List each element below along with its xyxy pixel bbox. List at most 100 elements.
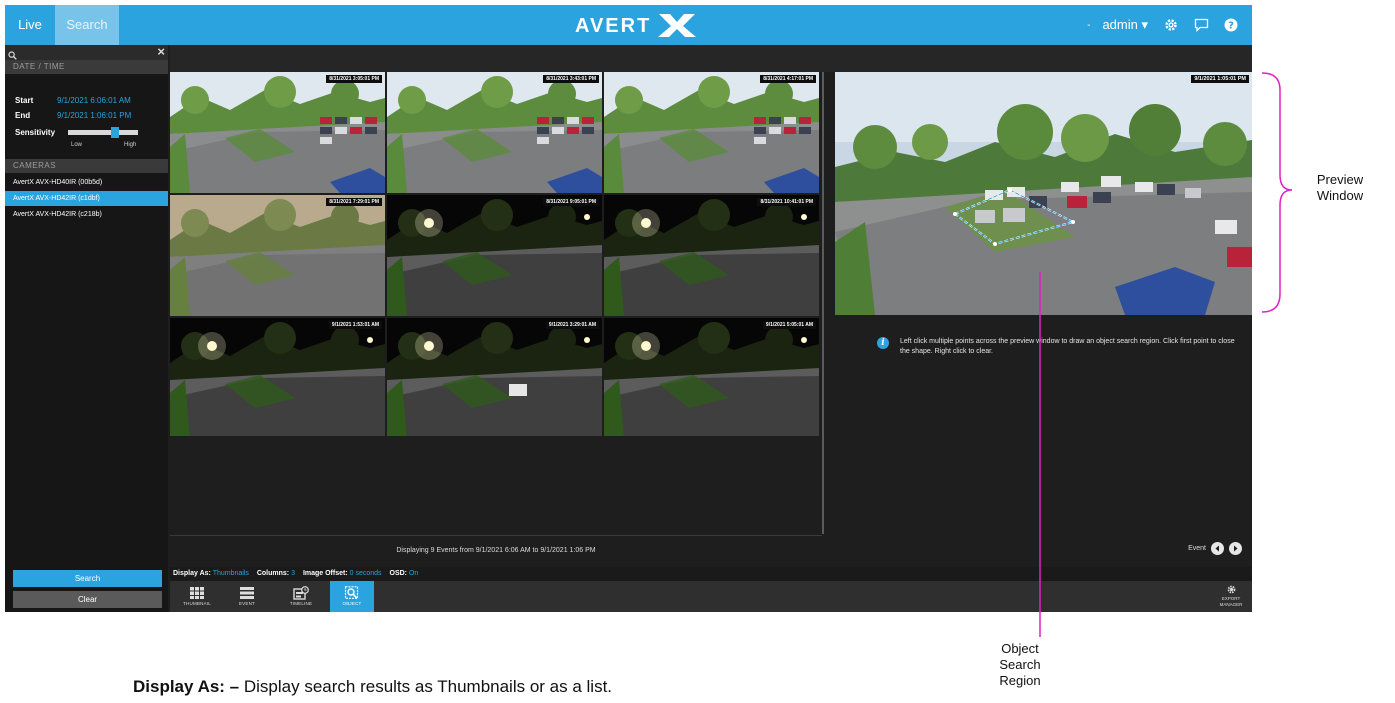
event-view-label: EVENT (238, 601, 255, 606)
thumbnail-image (387, 318, 602, 439)
timeline-view-button[interactable]: TIMELINE (279, 581, 323, 612)
thumbnail-image (387, 72, 602, 193)
options-bar: Display As: Thumbnails Columns: 3 Image … (170, 567, 1252, 581)
export-manager-button[interactable]: EXPORT MANAGER (1216, 585, 1246, 608)
end-value[interactable]: 9/1/2021 1:06:01 PM (57, 111, 131, 120)
thumbnail-item[interactable]: 9/1/2021 1:53:01 AM (170, 318, 385, 439)
thumbnail-item[interactable]: 8/31/2021 3:43:01 PM (387, 72, 602, 193)
search-button[interactable]: Search (13, 570, 162, 587)
tab-search[interactable]: Search (55, 5, 119, 45)
page: Live Search AVERT - admin ▾ ? × DATE / T… (0, 0, 1395, 703)
thumbnail-timestamp: 8/31/2021 7:29:01 PM (326, 198, 382, 206)
thumbnail-item[interactable]: 8/31/2021 4:17:01 PM (604, 72, 819, 193)
annotation-line: Search (999, 657, 1041, 672)
display-as-value[interactable]: Thumbnails (213, 570, 249, 577)
annotation-line: Object (1001, 641, 1039, 656)
camera-item[interactable]: AvertX AVX-HD42IR (c218b) (5, 207, 168, 222)
object-search-icon (344, 586, 359, 599)
close-icon[interactable]: × (157, 44, 165, 59)
export-label-line2: MANAGER (1219, 602, 1243, 607)
thumbnail-timestamp: 8/31/2021 3:43:01 PM (543, 75, 599, 83)
main-area: 8/31/2021 3:05:01 PM 8/31/2021 3:43:01 P… (170, 45, 1252, 612)
thumbnail-timestamp: 9/1/2021 5:05:01 AM (762, 321, 816, 329)
annotation-line: Preview (1316, 172, 1364, 187)
grid-empty-area (170, 436, 822, 530)
thumbnail-image (170, 318, 385, 439)
list-icon (240, 587, 254, 599)
export-gear-icon (1227, 585, 1235, 594)
thumbnail-image (170, 72, 385, 193)
thumbnail-timestamp: 8/31/2021 4:17:01 PM (760, 75, 816, 83)
thumbnail-image (604, 318, 819, 439)
thumbnail-timestamp: 9/1/2021 1:53:01 AM (328, 321, 382, 329)
thumbnail-image (387, 195, 602, 316)
previous-event-button[interactable] (1211, 542, 1224, 555)
thumbnail-item[interactable]: 9/1/2021 3:29:01 AM (387, 318, 602, 439)
thumbnail-item[interactable]: 8/31/2021 10:41:01 PM (604, 195, 819, 316)
sidebar: × DATE / TIME Start 9/1/2021 6:06:01 AM … (5, 44, 168, 612)
info-text: Left click multiple points across the pr… (900, 338, 1235, 355)
caption-text: Display search results as Thumbnails or … (239, 677, 613, 696)
annotation-line: Window (1316, 188, 1364, 203)
avertx-logo: AVERT (575, 14, 696, 37)
tab-live[interactable]: Live (5, 5, 55, 45)
help-icon[interactable]: ? (1222, 16, 1240, 34)
section-header-cameras: CAMERAS (5, 159, 168, 173)
thumbnail-item[interactable]: 9/1/2021 5:05:01 AM (604, 318, 819, 439)
clear-button[interactable]: Clear (13, 591, 162, 608)
camera-item-selected[interactable]: AvertX AVX-HD42IR (c1dbf) (5, 191, 168, 206)
columns-value[interactable]: 3 (291, 570, 295, 577)
camera-item[interactable]: AvertX AVX-HD40IR (00b5d) (5, 175, 168, 190)
start-value[interactable]: 9/1/2021 6:06:01 AM (57, 96, 131, 105)
preview-timestamp: 9/1/2021 1:05:01 PM (1191, 75, 1249, 83)
sidebar-search[interactable]: × (5, 44, 168, 60)
annotation-object-search-region: Object Search Region (990, 641, 1050, 689)
sensitivity-slider-thumb[interactable] (111, 127, 119, 138)
next-event-button[interactable] (1229, 542, 1242, 555)
thumbnail-timestamp: 8/31/2021 3:05:01 PM (326, 75, 382, 83)
event-nav: Event (1188, 542, 1242, 555)
sensitivity-low-label: Low (71, 142, 83, 148)
sensitivity-high-label: High (124, 142, 137, 148)
top-strip (170, 45, 1252, 72)
annotation-preview-window: Preview Window (1290, 172, 1390, 204)
image-offset-value[interactable]: 0 seconds (350, 570, 382, 577)
thumbnail-item[interactable]: 8/31/2021 7:29:01 PM (170, 195, 385, 316)
osd-value[interactable]: On (409, 570, 418, 577)
chat-icon[interactable] (1192, 16, 1210, 34)
thumbnail-grid: 8/31/2021 3:05:01 PM 8/31/2021 3:43:01 P… (170, 72, 822, 439)
top-bar: Live Search AVERT - admin ▾ ? (5, 5, 1252, 45)
object-view-button[interactable]: OBJECT (330, 581, 374, 612)
thumbnail-timestamp: 9/1/2021 3:29:01 AM (545, 321, 599, 329)
caption-bold: Display As: – (133, 677, 240, 696)
section-header-datetime: DATE / TIME (5, 60, 168, 74)
timeline-view-label: TIMELINE (289, 601, 313, 606)
view-button-bar: THUMBNAIL EVENT TIMELINE OBJECT EXPORT M… (170, 581, 1252, 612)
preview-image[interactable] (835, 72, 1252, 315)
pane-divider[interactable] (822, 72, 824, 534)
sensitivity-slider[interactable] (68, 130, 138, 135)
preview-window[interactable]: 9/1/2021 1:05:01 PM (835, 72, 1252, 315)
svg-text:AVERT: AVERT (575, 15, 651, 37)
user-menu[interactable]: admin ▾ (1102, 17, 1148, 33)
annotation-line: Region (999, 673, 1041, 688)
thumbnail-timestamp: 8/31/2021 10:41:01 PM (757, 198, 816, 206)
chevron-right-icon (1234, 545, 1238, 552)
thumbnail-item[interactable]: 8/31/2021 3:05:01 PM (170, 72, 385, 193)
thumbnail-image (170, 195, 385, 316)
columns-label: Columns: (256, 570, 290, 577)
thumbnail-item[interactable]: 8/31/2021 9:05:01 PM (387, 195, 602, 316)
event-view-button[interactable]: EVENT (225, 581, 269, 612)
thumbnail-timestamp: 8/31/2021 9:05:01 PM (543, 198, 599, 206)
thumbnail-image (604, 195, 819, 316)
osd-label: OSD: (389, 570, 408, 577)
end-label: End (15, 111, 31, 120)
gear-icon[interactable] (1162, 16, 1180, 34)
thumbnail-view-button[interactable]: THUMBNAIL (175, 581, 219, 612)
search-icon (8, 47, 17, 65)
thumbnail-image (604, 72, 819, 193)
status-text: Displaying 9 Events from 9/1/2021 6:06 A… (170, 535, 822, 565)
user-area: - admin ▾ ? (1087, 5, 1252, 45)
display-as-label: Display As: (173, 570, 211, 577)
sensitivity-label: Sensitivity (15, 128, 56, 137)
